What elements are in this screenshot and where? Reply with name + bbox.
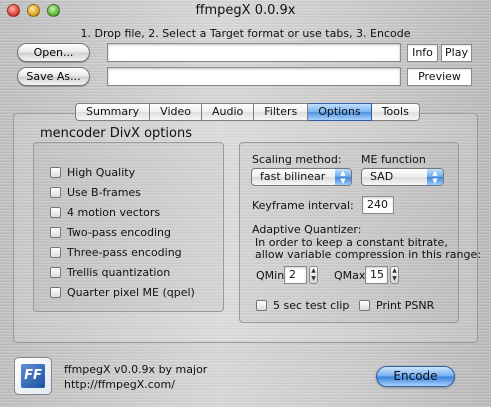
tab-filters[interactable]: Filters (254, 103, 309, 121)
checkbox-label: Trellis quantization (67, 265, 171, 279)
ffmpegx-logo-icon: FF (21, 364, 45, 388)
qmax-stepper[interactable]: ▲ ▼ (390, 266, 399, 284)
keyframe-interval-field[interactable]: 240 (362, 196, 394, 214)
checkbox-box[interactable] (256, 299, 267, 311)
window-title: ffmpegX 0.0.9x (195, 3, 296, 18)
checkbox-box[interactable] (50, 246, 61, 258)
tab-summary[interactable]: Summary (75, 103, 151, 121)
checkbox-label: Use B-frames (67, 185, 141, 199)
main-window: ffmpegX 0.0.9x 1. Drop file, 2. Select a… (0, 0, 491, 407)
tab-bar: Summary Video Audio Filters Options Tool… (75, 103, 420, 121)
checkbox-box[interactable] (359, 299, 370, 311)
checkbox-label: Print PSNR (376, 298, 435, 312)
qmin-field[interactable]: 2 (284, 266, 307, 284)
checkbox-qpel[interactable]: Quarter pixel ME (qpel) (50, 284, 195, 300)
keyframe-interval-label: Keyframe interval: (252, 199, 354, 212)
title-bar[interactable]: ffmpegX 0.0.9x (0, 0, 491, 22)
me-function-label: ME function (361, 153, 426, 166)
popup-arrows-icon: ▲ ▼ (427, 169, 443, 185)
checkbox-trellis[interactable]: Trellis quantization (50, 264, 170, 280)
adaptive-quantizer-desc-2: allow variable compression in this range… (255, 248, 481, 261)
checkbox-5-sec-test-clip[interactable]: 5 sec test clip (256, 297, 349, 313)
checkbox-three-pass[interactable]: Three-pass encoding (50, 244, 182, 260)
preview-button[interactable]: Preview (407, 68, 472, 86)
checkbox-use-b-frames[interactable]: Use B-frames (50, 184, 141, 200)
checkbox-two-pass[interactable]: Two-pass encoding (50, 224, 171, 240)
tab-options[interactable]: Options (308, 103, 372, 121)
checkbox-box[interactable] (50, 286, 61, 298)
checkbox-label: High Quality (67, 165, 136, 179)
checkbox-label: 5 sec test clip (273, 298, 350, 312)
credit-line-1: ffmpegX v0.0.9x by major (64, 363, 208, 376)
checkbox-4-motion-vectors[interactable]: 4 motion vectors (50, 204, 160, 220)
encode-button[interactable]: Encode (376, 366, 455, 387)
open-button[interactable]: Open... (17, 43, 90, 62)
checkbox-high-quality[interactable]: High Quality (50, 164, 135, 180)
qmax-label: QMax (334, 269, 366, 282)
checkbox-label: 4 motion vectors (67, 205, 161, 219)
app-icon: FF (14, 357, 52, 395)
tab-video[interactable]: Video (150, 103, 202, 121)
me-function-select[interactable]: SAD ▲ ▼ (361, 168, 444, 186)
checkbox-label: Quarter pixel ME (qpel) (67, 285, 195, 299)
popup-arrows-icon: ▲ ▼ (335, 169, 351, 185)
checkbox-box[interactable] (50, 186, 61, 198)
checkbox-box[interactable] (50, 266, 61, 278)
instructions-text: 1. Drop file, 2. Select a Target format … (80, 27, 411, 40)
info-button[interactable]: Info (407, 44, 438, 62)
checkbox-box[interactable] (50, 166, 61, 178)
adaptive-quantizer-title: Adaptive Quantizer: (252, 223, 362, 236)
qmin-label: QMin (256, 269, 285, 282)
qmax-field[interactable]: 15 (365, 266, 388, 284)
credit-line-2[interactable]: http://ffmpegX.com/ (64, 378, 175, 391)
qmin-stepper[interactable]: ▲ ▼ (309, 266, 318, 284)
checkbox-label: Two-pass encoding (67, 225, 171, 239)
play-button[interactable]: Play (441, 44, 472, 62)
me-function-value: SAD (370, 170, 394, 183)
checkbox-print-psnr[interactable]: Print PSNR (359, 297, 434, 313)
scaling-method-value: fast bilinear (260, 170, 326, 183)
checkbox-box[interactable] (50, 206, 61, 218)
tab-audio[interactable]: Audio (202, 103, 255, 121)
save-as-button[interactable]: Save As... (17, 67, 90, 86)
scaling-method-select[interactable]: fast bilinear ▲ ▼ (251, 168, 352, 186)
panel-title: mencoder DivX options (40, 126, 192, 141)
scaling-method-label: Scaling method: (252, 153, 342, 166)
checkbox-label: Three-pass encoding (67, 245, 182, 259)
target-file-field[interactable] (107, 67, 401, 86)
source-file-field[interactable] (107, 43, 401, 62)
tab-tools[interactable]: Tools (371, 103, 420, 121)
checkbox-box[interactable] (50, 226, 61, 238)
